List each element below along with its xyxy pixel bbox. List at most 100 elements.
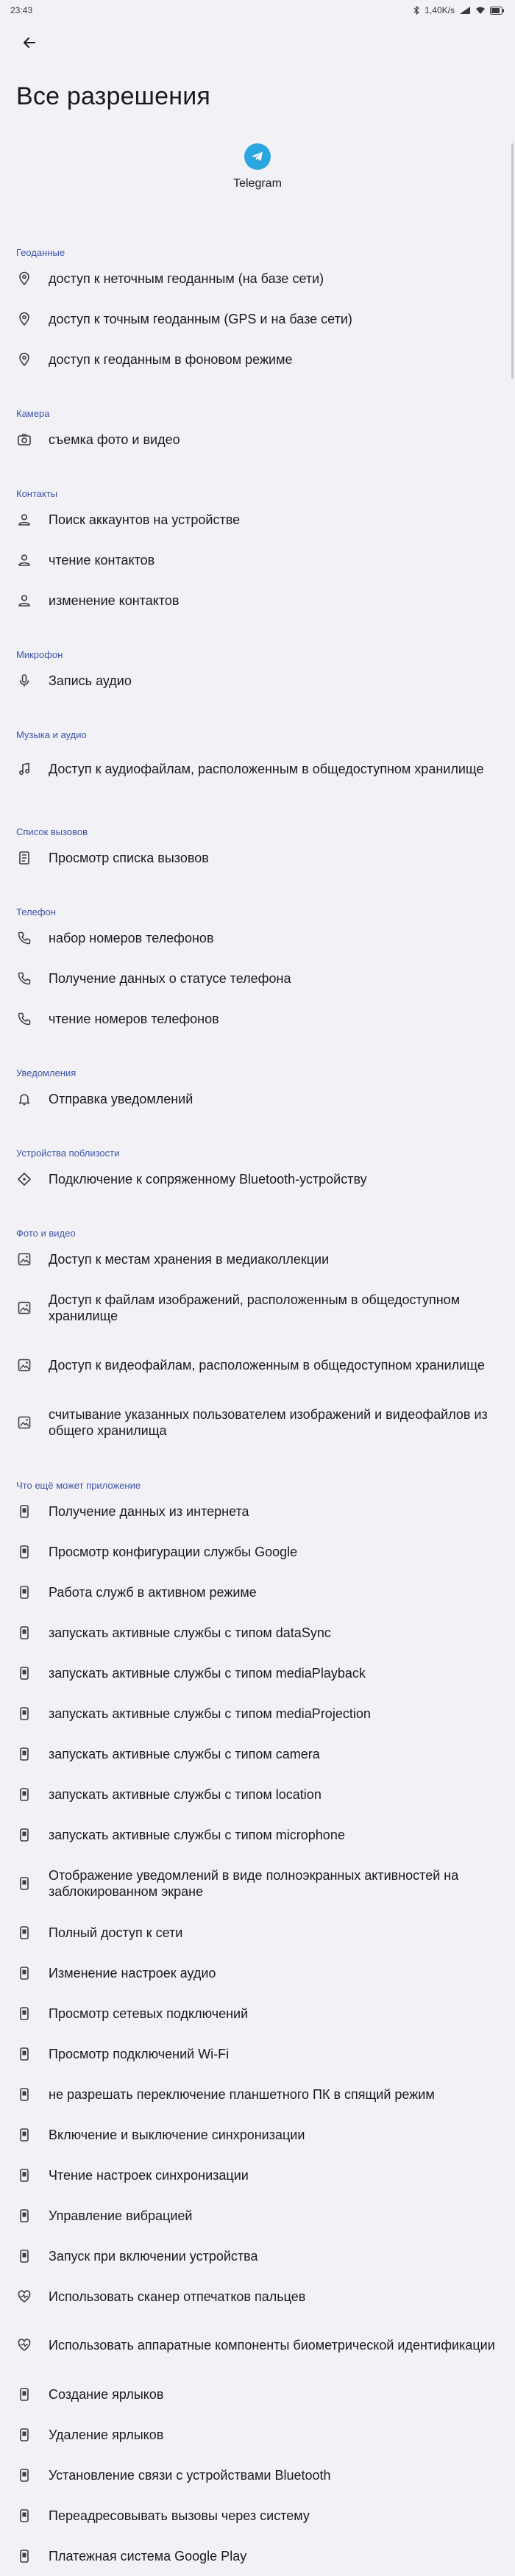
device-icon — [16, 2427, 32, 2443]
music-note-icon — [16, 761, 32, 777]
permission-item[interactable]: доступ к точным геоданным (GPS и на базе… — [0, 298, 515, 339]
permission-label: Доступ к видеофайлам, расположенным в об… — [49, 1358, 485, 1373]
permission-label: запускать активные службы с типом mediaP… — [49, 1665, 366, 1681]
permission-item[interactable]: Управление вибрацией — [0, 2195, 515, 2236]
permission-item[interactable]: считывание указанных пользователем изобр… — [0, 1394, 515, 1451]
permission-item[interactable]: Использовать сканер отпечатков пальцев — [0, 2276, 515, 2316]
permission-label: Доступ к местам хранения в медиаколлекци… — [49, 1251, 330, 1267]
permission-label: Отображение уведомлений в виде полноэкра… — [49, 1868, 459, 1899]
phone-icon — [16, 970, 32, 987]
permission-item[interactable]: запускать активные службы с типом dataSy… — [0, 1612, 515, 1653]
device-icon — [16, 1706, 32, 1722]
page-title: Все разрешения — [16, 82, 211, 110]
biometric-icon — [16, 2337, 32, 2353]
section-header: Микрофон — [16, 649, 63, 660]
permission-item[interactable]: Поиск аккаунтов на устройстве — [0, 499, 515, 540]
permission-item[interactable]: Установление связи с устройствами Blueto… — [0, 2455, 515, 2495]
person-icon — [16, 593, 32, 609]
permission-item[interactable]: Подключение к сопряженному Bluetooth-уст… — [0, 1159, 515, 1199]
permission-item[interactable]: Создание ярлыков — [0, 2374, 515, 2414]
bluetooth-icon — [413, 6, 420, 15]
permission-item[interactable]: Просмотр списка вызовов — [0, 837, 515, 878]
permission-item[interactable]: Получение данных о статусе телефона — [0, 958, 515, 998]
permission-item[interactable]: Использовать аппаратные компоненты биоме… — [0, 2316, 515, 2374]
permission-item[interactable]: доступ к неточным геоданным (на базе сет… — [0, 258, 515, 298]
back-button[interactable] — [15, 29, 44, 59]
permission-item[interactable]: Доступ к файлам изображений, расположенн… — [0, 1279, 515, 1337]
biometric-icon — [16, 2289, 32, 2305]
permission-label: Получение данных о статусе телефона — [49, 970, 291, 986]
scrollbar[interactable] — [511, 143, 514, 379]
permission-item[interactable]: Доступ к местам хранения в медиаколлекци… — [0, 1239, 515, 1279]
permission-item[interactable]: Доступ к видеофайлам, расположенным в об… — [0, 1337, 515, 1394]
network-speed: 1,40K/s — [425, 5, 455, 15]
permission-label: запускать активные службы с типом camera — [49, 1746, 320, 1761]
permission-item[interactable]: Переадресовывать вызовы через систему — [0, 2495, 515, 2536]
permission-item[interactable]: Просмотр конфигурации службы Google — [0, 1531, 515, 1572]
permission-item[interactable]: Просмотр подключений Wi-Fi — [0, 2033, 515, 2074]
section-header: Геоданные — [16, 247, 65, 258]
permission-item[interactable]: запускать активные службы с типом mediaP… — [0, 1693, 515, 1734]
device-icon — [16, 2467, 32, 2483]
permission-item[interactable]: Просмотр сетевых подключений — [0, 1993, 515, 2033]
permission-label: не разрешать переключение планшетного ПК… — [49, 2086, 435, 2102]
permission-label: доступ к точным геоданным (GPS и на базе… — [49, 311, 352, 326]
permission-item[interactable]: набор номеров телефонов — [0, 917, 515, 958]
location-pin-icon — [16, 271, 32, 287]
permission-label: чтение номеров телефонов — [49, 1011, 219, 1026]
permission-item[interactable]: Получение данных из интернета — [0, 1491, 515, 1531]
device-icon — [16, 1746, 32, 1762]
permission-label: Подключение к сопряженному Bluetooth-уст… — [49, 1171, 367, 1187]
permission-item[interactable]: Полный доступ к сети — [0, 1912, 515, 1953]
permission-item[interactable]: Отправка уведомлений — [0, 1078, 515, 1119]
permission-item[interactable]: Чтение настроек синхронизации — [0, 2155, 515, 2195]
person-icon — [16, 512, 32, 528]
permission-item[interactable]: запускать активные службы с типом locati… — [0, 1774, 515, 1814]
permission-label: чтение контактов — [49, 552, 155, 568]
device-icon — [16, 2386, 32, 2403]
permission-label: Использовать сканер отпечатков пальцев — [49, 2289, 306, 2304]
device-icon — [16, 1544, 32, 1560]
permission-item[interactable]: Доступ к аудиофайлам, расположенным в об… — [0, 740, 515, 798]
status-bar: 23:43 1,40K/s — [0, 0, 515, 21]
device-icon — [16, 2248, 32, 2264]
permission-item[interactable]: Работа служб в активном режиме — [0, 1572, 515, 1612]
permission-label: Запуск при включении устройства — [49, 2248, 258, 2264]
permission-item[interactable]: Запуск при включении устройства — [0, 2236, 515, 2276]
signal-icon — [459, 6, 471, 15]
camera-icon — [16, 432, 32, 448]
section-header: Устройства поблизости — [16, 1148, 120, 1159]
permission-item[interactable]: доступ к геоданным в фоновом режиме — [0, 339, 515, 379]
device-icon — [16, 1827, 32, 1843]
phone-icon — [16, 1011, 32, 1027]
permission-item[interactable]: запускать активные службы с типом camera — [0, 1734, 515, 1774]
permission-label: запускать активные службы с типом dataSy… — [49, 1625, 331, 1640]
device-icon — [16, 1584, 32, 1600]
device-icon — [16, 1925, 32, 1941]
section-header: Камера — [16, 408, 50, 419]
call-log-icon — [16, 850, 32, 866]
permission-item[interactable]: съемка фото и видео — [0, 419, 515, 459]
image-icon — [16, 1357, 32, 1373]
location-pin-icon — [16, 311, 32, 327]
section-header: Список вызовов — [16, 826, 88, 837]
permission-item[interactable]: запускать активные службы с типом mediaP… — [0, 1653, 515, 1693]
permission-item[interactable]: Включение и выключение синхронизации — [0, 2114, 515, 2155]
wifi-icon — [475, 6, 486, 15]
permission-item[interactable]: Отображение уведомлений в виде полноэкра… — [0, 1855, 515, 1912]
status-time: 23:43 — [10, 5, 33, 15]
status-icons: 1,40K/s — [413, 5, 505, 15]
permission-item[interactable]: чтение номеров телефонов — [0, 998, 515, 1039]
phone-icon — [16, 930, 32, 946]
permission-item[interactable]: изменение контактов — [0, 580, 515, 620]
permission-item[interactable]: Изменение настроек аудио — [0, 1953, 515, 1993]
permission-item[interactable]: Удаление ярлыков — [0, 2414, 515, 2455]
permission-item[interactable]: запускать активные службы с типом microp… — [0, 1814, 515, 1855]
top-app-bar — [0, 21, 515, 68]
permission-item[interactable]: не разрешать переключение планшетного ПК… — [0, 2074, 515, 2114]
permission-item[interactable]: Запись аудио — [0, 660, 515, 701]
permission-label: Переадресовывать вызовы через систему — [49, 2508, 310, 2523]
permission-label: Использовать аппаратные компоненты биоме… — [49, 2338, 495, 2353]
device-icon — [16, 1875, 32, 1892]
permission-item[interactable]: чтение контактов — [0, 540, 515, 580]
